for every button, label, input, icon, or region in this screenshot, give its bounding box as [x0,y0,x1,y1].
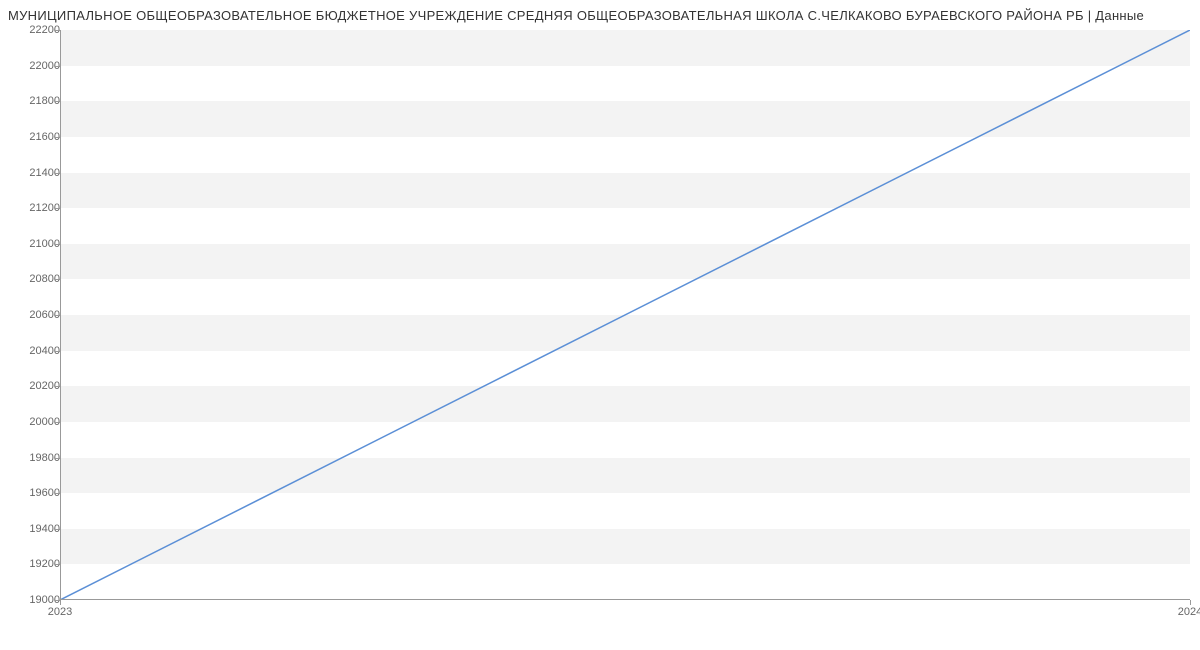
y-tick-label: 20800 [10,273,60,285]
y-tick-mark [55,493,60,494]
y-tick-label: 19600 [10,487,60,499]
y-tick-mark [55,101,60,102]
grid-band [60,458,1190,494]
y-tick-label: 19200 [10,558,60,570]
x-tick-label: 2023 [48,606,72,618]
y-tick-mark [55,66,60,67]
y-tick-mark [55,173,60,174]
grid-band [60,173,1190,209]
y-tick-label: 20200 [10,380,60,392]
y-axis [60,30,61,600]
y-tick-mark [55,30,60,31]
y-tick-mark [55,208,60,209]
grid-band [60,101,1190,137]
grid-band [60,315,1190,351]
y-tick-label: 21400 [10,167,60,179]
y-tick-label: 22000 [10,60,60,72]
y-tick-mark [55,315,60,316]
y-tick-mark [55,422,60,423]
y-tick-mark [55,351,60,352]
y-tick-label: 19000 [10,594,60,606]
y-tick-label: 21000 [10,238,60,250]
y-tick-mark [55,386,60,387]
y-tick-label: 19400 [10,523,60,535]
y-tick-mark [55,458,60,459]
y-tick-label: 21600 [10,131,60,143]
plot-area [60,30,1190,600]
x-tick-label: 2024 [1178,606,1200,618]
y-tick-label: 21800 [10,95,60,107]
y-tick-mark [55,244,60,245]
y-tick-label: 21200 [10,202,60,214]
y-tick-label: 20600 [10,309,60,321]
y-tick-label: 22200 [10,24,60,36]
grid-band [60,244,1190,280]
y-tick-mark [55,529,60,530]
y-tick-label: 20000 [10,416,60,428]
x-tick-mark [1190,600,1191,605]
chart-title: МУНИЦИПАЛЬНОЕ ОБЩЕОБРАЗОВАТЕЛЬНОЕ БЮДЖЕТ… [0,0,1200,27]
grid-band [60,529,1190,565]
y-tick-label: 19800 [10,452,60,464]
y-tick-mark [55,137,60,138]
chart-container: МУНИЦИПАЛЬНОЕ ОБЩЕОБРАЗОВАТЕЛЬНОЕ БЮДЖЕТ… [0,0,1200,650]
y-tick-label: 20400 [10,345,60,357]
x-axis [60,599,1190,600]
grid-band [60,386,1190,422]
y-tick-mark [55,279,60,280]
x-tick-mark [60,600,61,605]
y-tick-mark [55,564,60,565]
grid-band [60,30,1190,66]
